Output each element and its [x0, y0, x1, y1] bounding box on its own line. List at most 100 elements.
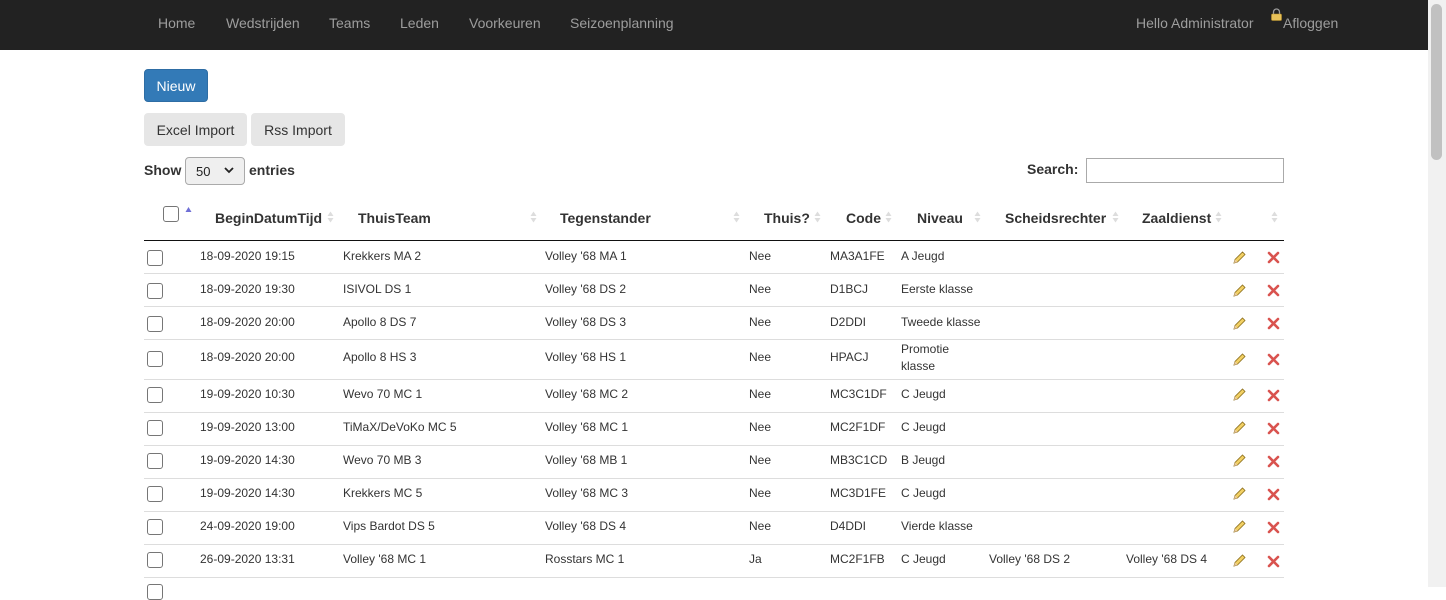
pencil-icon[interactable] — [1231, 453, 1247, 469]
row-checkbox[interactable] — [147, 584, 163, 600]
pencil-icon[interactable] — [1231, 553, 1247, 569]
sort-asc-icon[interactable] — [185, 206, 192, 220]
navbar: Home Wedstrijden Teams Leden Voorkeuren … — [0, 0, 1428, 50]
cell-opponent: Volley '68 MC 2 — [545, 387, 628, 401]
row-checkbox[interactable] — [147, 453, 163, 469]
nav-leden[interactable]: Leden — [400, 15, 439, 31]
pencil-icon[interactable] — [1231, 486, 1247, 502]
cell-niveau: Vierde klasse — [901, 519, 973, 533]
scrollbar-thumb[interactable] — [1431, 4, 1442, 160]
close-icon[interactable] — [1267, 284, 1280, 297]
close-icon[interactable] — [1267, 317, 1280, 330]
cell-opponent: Volley '68 DS 2 — [545, 282, 627, 296]
nav-wedstrijden[interactable]: Wedstrijden — [226, 15, 300, 31]
sort-icon[interactable] — [1112, 210, 1119, 224]
user-greeting[interactable]: Hello Administrator — [1136, 15, 1254, 31]
cell-datetime: 24-09-2020 19:00 — [200, 519, 295, 533]
row-checkbox[interactable] — [147, 420, 163, 436]
search-input[interactable] — [1086, 158, 1284, 183]
select-all-checkbox[interactable] — [163, 206, 179, 222]
cell-opponent: Volley '68 MC 3 — [545, 486, 628, 500]
close-icon[interactable] — [1267, 488, 1280, 501]
row-checkbox[interactable] — [147, 283, 163, 299]
row-checkbox[interactable] — [147, 519, 163, 535]
column-scheidsrechter[interactable]: Scheidsrechter — [1005, 210, 1106, 226]
row-checkbox[interactable] — [147, 351, 163, 367]
row-checkbox[interactable] — [147, 250, 163, 266]
table-row: 19-09-2020 14:30 Wevo 70 MB 3 Volley '68… — [144, 446, 1284, 479]
cell-thuis: Nee — [749, 282, 772, 296]
nav-seizoenplanning[interactable]: Seizoenplanning — [570, 15, 674, 31]
cell-niveau: Eerste klasse — [901, 282, 974, 296]
sort-icon[interactable] — [1271, 210, 1278, 224]
cell-datetime: 19-09-2020 13:00 — [200, 420, 295, 434]
close-icon[interactable] — [1267, 353, 1280, 366]
cell-niveau: C Jeugd — [901, 387, 946, 401]
nav-teams[interactable]: Teams — [329, 15, 370, 31]
row-checkbox[interactable] — [147, 552, 163, 568]
cell-niveau: B Jeugd — [901, 453, 946, 467]
pencil-icon[interactable] — [1231, 352, 1247, 368]
cell-thuis: Nee — [749, 453, 772, 467]
cell-thuis: Nee — [749, 486, 772, 500]
table-row-partial — [144, 578, 1284, 600]
page-scrollbar[interactable] — [1428, 0, 1446, 587]
sort-icon[interactable] — [974, 210, 981, 224]
rss-import-button[interactable]: Rss Import — [251, 113, 345, 146]
column-code[interactable]: Code — [846, 210, 881, 226]
close-icon[interactable] — [1267, 389, 1280, 402]
cell-datetime: 19-09-2020 14:30 — [200, 453, 295, 467]
pencil-icon[interactable] — [1231, 316, 1247, 332]
close-icon[interactable] — [1267, 555, 1280, 568]
pencil-icon[interactable] — [1231, 420, 1247, 436]
logout-link[interactable]: Afloggen — [1283, 15, 1338, 31]
column-niveau[interactable]: Niveau — [917, 210, 963, 226]
cell-thuis: Ja — [749, 552, 762, 566]
row-checkbox[interactable] — [147, 316, 163, 332]
table-row: 18-09-2020 19:15 Krekkers MA 2 Volley '6… — [144, 241, 1284, 274]
cell-home: Vips Bardot DS 5 — [343, 519, 435, 533]
cell-thuis: Nee — [749, 315, 772, 329]
row-checkbox[interactable] — [147, 387, 163, 403]
column-tegenstander[interactable]: Tegenstander — [560, 210, 651, 226]
cell-opponent: Volley '68 DS 3 — [545, 315, 627, 329]
cell-niveau: C Jeugd — [901, 486, 946, 500]
column-begindatumtijd[interactable]: BeginDatumTijd — [215, 210, 322, 226]
sort-icon[interactable] — [530, 210, 537, 224]
column-thuisteam[interactable]: ThuisTeam — [358, 210, 431, 226]
table-row: 26-09-2020 13:31 Volley '68 MC 1 Rosstar… — [144, 545, 1284, 578]
sort-icon[interactable] — [1215, 210, 1222, 224]
cell-thuis: Nee — [749, 249, 772, 263]
close-icon[interactable] — [1267, 251, 1280, 264]
column-thuis[interactable]: Thuis? — [764, 210, 810, 226]
cell-niveau: Tweede klasse — [901, 315, 981, 329]
cell-code: MC3C1DF — [830, 387, 887, 401]
pencil-icon[interactable] — [1231, 283, 1247, 299]
cell-opponent: Volley '68 DS 4 — [545, 519, 627, 533]
cell-niveau: Promotie — [901, 342, 950, 356]
cell-code: HPACJ — [830, 350, 869, 364]
cell-code: D1BCJ — [830, 282, 869, 296]
column-zaaldienst[interactable]: Zaaldienst — [1142, 210, 1211, 226]
cell-opponent: Rosstars MC 1 — [545, 552, 625, 566]
excel-import-button[interactable]: Excel Import — [144, 113, 247, 146]
cell-thuis: Nee — [749, 350, 772, 364]
entries-select[interactable]: 50 — [185, 157, 245, 185]
cell-niveau-line2: klasse — [901, 359, 936, 373]
close-icon[interactable] — [1267, 455, 1280, 468]
nav-home[interactable]: Home — [158, 15, 195, 31]
sort-icon[interactable] — [814, 210, 821, 224]
pencil-icon[interactable] — [1231, 387, 1247, 403]
pencil-icon[interactable] — [1231, 250, 1247, 266]
new-button[interactable]: Nieuw — [144, 69, 208, 102]
sort-icon[interactable] — [733, 210, 740, 224]
cell-datetime: 18-09-2020 20:00 — [200, 315, 295, 329]
close-icon[interactable] — [1267, 422, 1280, 435]
nav-voorkeuren[interactable]: Voorkeuren — [469, 15, 541, 31]
close-icon[interactable] — [1267, 521, 1280, 534]
sort-icon[interactable] — [327, 210, 334, 224]
sort-icon[interactable] — [885, 210, 892, 224]
entries-label: entries — [249, 162, 295, 178]
pencil-icon[interactable] — [1231, 519, 1247, 535]
row-checkbox[interactable] — [147, 486, 163, 502]
